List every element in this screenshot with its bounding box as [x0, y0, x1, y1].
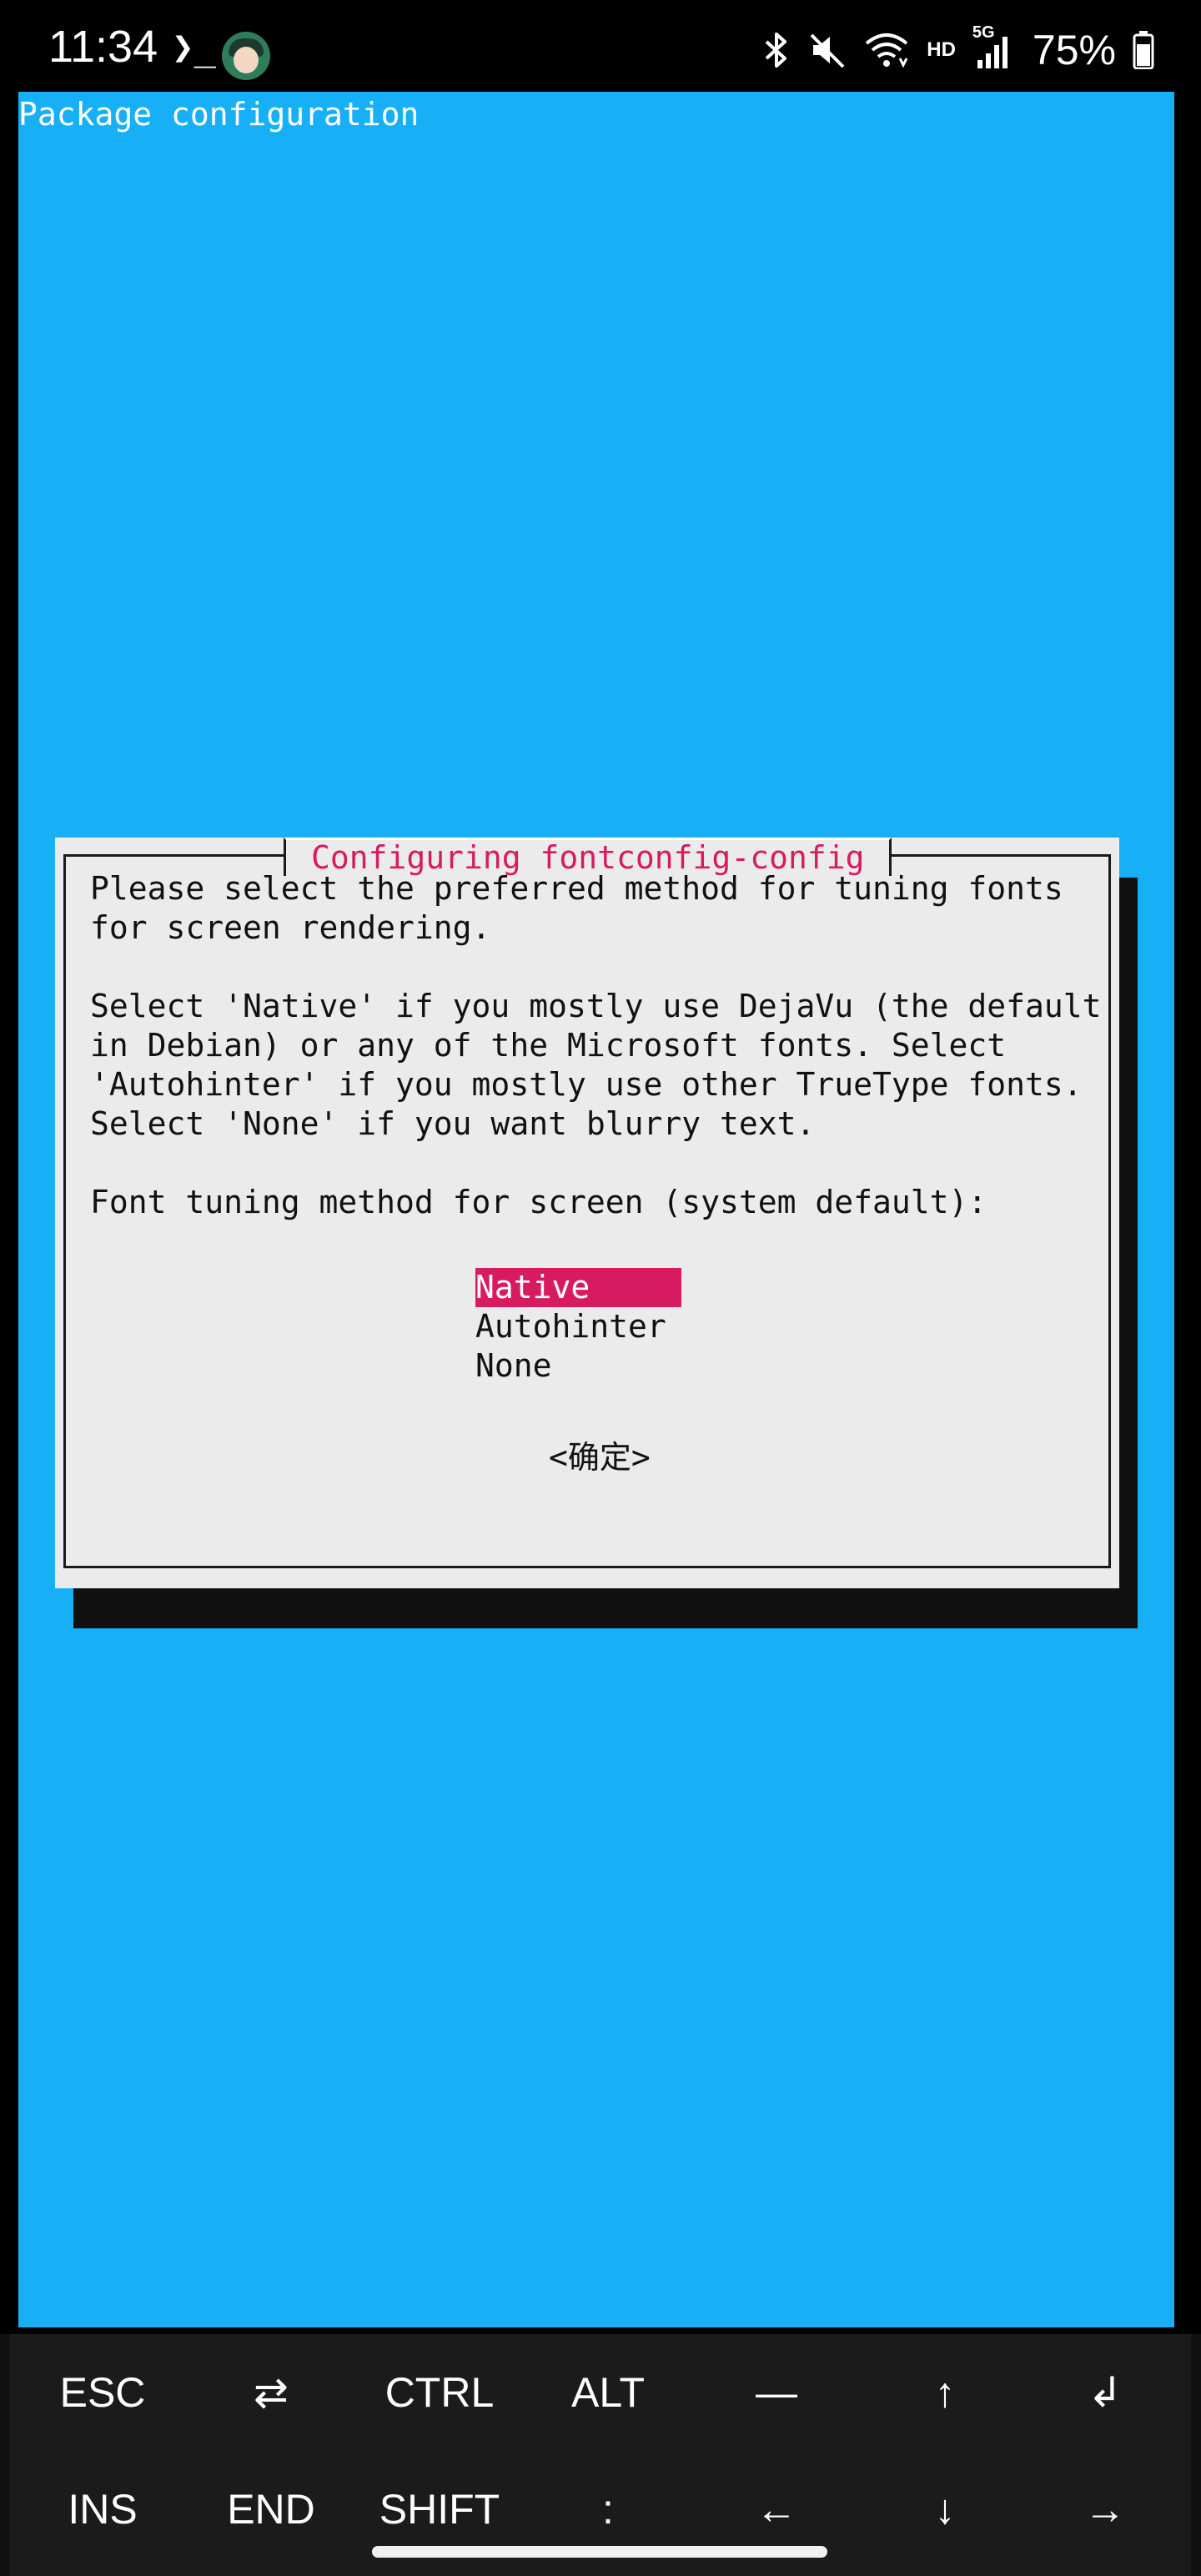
bluetooth-icon [761, 30, 791, 70]
termux-notification-icon: ❯_ [172, 26, 216, 68]
font-tuning-options: Native Autohinter None [475, 1268, 682, 1386]
key-dash[interactable]: — [692, 2334, 861, 2451]
status-icons: HD 5G 75% [761, 23, 1154, 75]
terminal-screen[interactable]: Package configuration Configuring fontco… [18, 92, 1174, 2327]
dialog-text-line: Please select the preferred method for t… [90, 870, 1063, 907]
key-ins[interactable]: INS [18, 2451, 187, 2568]
key-up-arrow-icon[interactable]: ↑ [861, 2334, 1029, 2451]
key-esc[interactable]: ESC [18, 2334, 187, 2451]
status-bar: 11:34 ❯_ HD 5G 75% [0, 0, 1201, 90]
battery-icon [1133, 31, 1154, 69]
option-none[interactable]: None [475, 1346, 681, 1386]
key-enter-icon[interactable]: ↲ [1021, 2334, 1189, 2451]
extra-keys-bar: ESC ⇄ CTRL ALT — ↑ ↲ INS END SHIFT : ← ↓… [0, 2334, 1201, 2576]
signal-icon: 5G [972, 23, 1016, 72]
dialog-text-line: in Debian) or any of the Microsoft fonts… [90, 1027, 1007, 1064]
key-end[interactable]: END [187, 2451, 355, 2568]
key-ctrl[interactable]: CTRL [355, 2334, 524, 2451]
avatar-notification-icon [222, 32, 270, 80]
home-indicator[interactable] [372, 2546, 827, 2558]
key-down-arrow-icon[interactable]: ↓ [861, 2451, 1029, 2568]
status-time: 11:34 [48, 22, 158, 72]
package-configuration-header: Package configuration [18, 96, 420, 133]
battery-percent: 75% [1032, 27, 1116, 73]
mute-icon [808, 30, 847, 70]
wifi-icon [863, 30, 910, 70]
dialog-text-line: Select 'None' if you want blurry text. [90, 1105, 816, 1142]
fontconfig-dialog: Configuring fontconfig-config Please sel… [55, 838, 1119, 1588]
key-tab-icon[interactable]: ⇄ [187, 2334, 355, 2451]
option-autohinter[interactable]: Autohinter [475, 1307, 681, 1346]
hd-label: HD [927, 38, 956, 61]
key-alt[interactable]: ALT [524, 2334, 692, 2451]
ok-button[interactable]: <确定> [549, 1438, 651, 1477]
dialog-text-line: 'Autohinter' if you mostly use other Tru… [90, 1066, 1083, 1103]
dialog-text-line: for screen rendering. [90, 909, 491, 946]
dialog-text-line: Select 'Native' if you mostly use DejaVu… [90, 988, 1102, 1024]
font-tuning-prompt: Font tuning method for screen (system de… [90, 1184, 987, 1220]
key-right-arrow-icon[interactable]: → [1021, 2451, 1189, 2568]
option-native[interactable]: Native [475, 1268, 682, 1307]
